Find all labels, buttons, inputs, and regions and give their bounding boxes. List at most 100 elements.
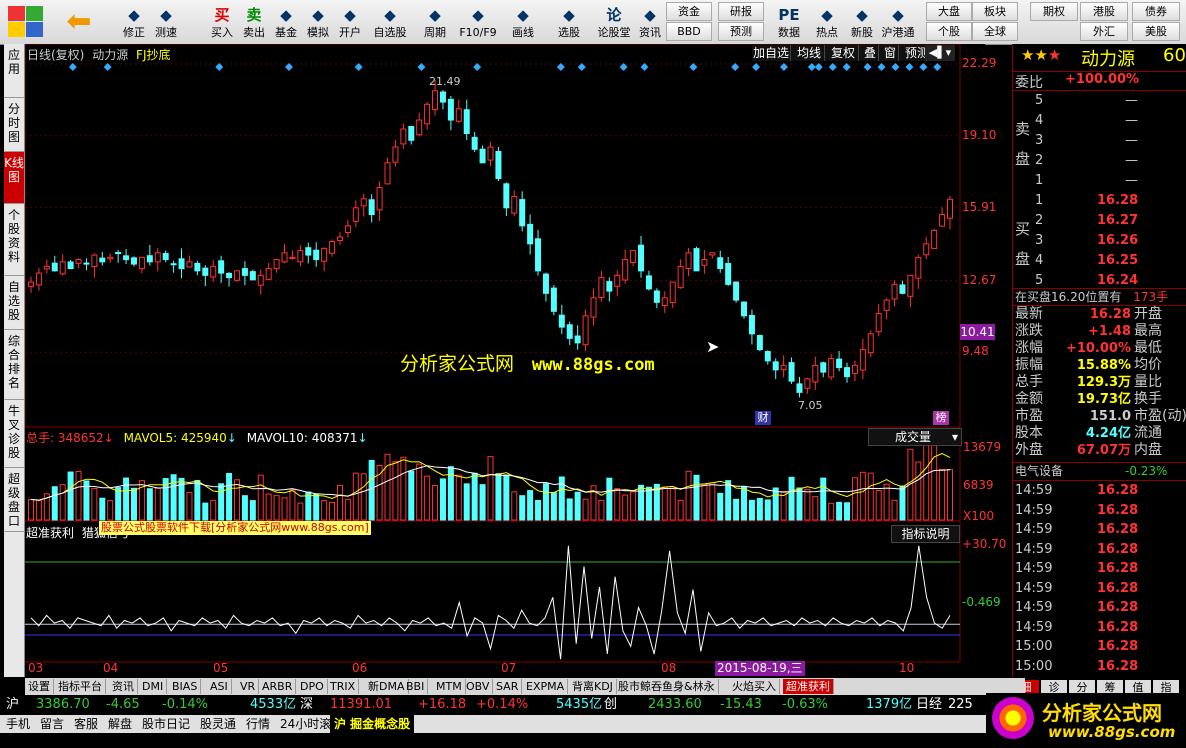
toolbar-small-button[interactable]: 个股 [926, 22, 972, 41]
sell-row[interactable]: 4— [1013, 112, 1186, 130]
indicator-tab[interactable]: DMI [139, 679, 168, 694]
toolbar-small-button[interactable]: 外汇 [1080, 22, 1128, 41]
sh-index-value[interactable]: 3386.70 [36, 695, 90, 715]
side-tab[interactable]: 分时图 [4, 98, 24, 152]
indicator-tab[interactable]: EXPMA [523, 679, 569, 694]
status-item[interactable]: 客服 [74, 715, 98, 733]
toolbar-small-button[interactable]: 期权 [1030, 2, 1078, 21]
sell-row[interactable]: 1— [1013, 172, 1186, 190]
brand-logo-url: www.88gs.com [1048, 723, 1176, 741]
indicator-tab[interactable]: 股市鲸吞鱼身&林永 [615, 679, 719, 694]
status-item[interactable]: 解盘 [108, 715, 132, 733]
toolbar-new-stock-button[interactable]: ◆ 新股 [846, 2, 878, 42]
toolbar-fund-button[interactable]: ◆ 基金 [270, 2, 302, 42]
toolbar-small-button[interactable]: 板块 [972, 2, 1018, 21]
back-arrow-icon[interactable]: ⬅ [62, 6, 96, 38]
status-item[interactable]: 留言 [40, 715, 64, 733]
volume-bar [550, 492, 557, 521]
sell-row[interactable]: 5— [1013, 92, 1186, 110]
side-tab[interactable]: 综合排名 [4, 330, 24, 400]
finance-badge[interactable]: 财 [755, 411, 771, 425]
volume-bar [867, 472, 874, 521]
toolbar-monitor-button[interactable]: ◆ 选股 [548, 2, 590, 42]
toolbar-small-button[interactable]: 债券 [1132, 2, 1180, 21]
buy-row[interactable]: 2 16.27 [1013, 212, 1186, 230]
side-tab[interactable]: 超级盘口 [4, 468, 24, 532]
indicator-tab[interactable]: 背离KDJ [569, 679, 617, 694]
side-tab[interactable]: 应用 [4, 44, 24, 98]
indicator-tab[interactable]: 超准获利 [783, 679, 834, 694]
sell-row[interactable]: 2— [1013, 152, 1186, 170]
toolbar-clock-button[interactable]: ◆ 周期 [416, 2, 454, 42]
chart-menu-item[interactable]: 复权 [828, 45, 859, 61]
toolbar-pen-button[interactable]: ◆ 画线 [502, 2, 544, 42]
buy-row[interactable]: 3 16.26 [1013, 232, 1186, 250]
cy-index-value[interactable]: 2433.60 [648, 695, 702, 715]
indicator-tab[interactable]: 资讯 [109, 679, 138, 694]
status-item[interactable]: 股灵通 [200, 715, 236, 733]
indicator-tab[interactable]: 指标平台 [55, 679, 106, 694]
toolbar-small-button[interactable]: 预测 [718, 22, 764, 41]
indicator-tab[interactable]: TRIX [327, 679, 360, 694]
toolbar-pe-button[interactable]: PE 数据 [772, 2, 806, 42]
chart-menu-item[interactable]: 均线 [794, 45, 825, 61]
toolbar-news-button[interactable]: ◆ 资讯 [634, 2, 666, 42]
indicator-tab[interactable]: DPO [297, 679, 328, 694]
toolbar-f10-button[interactable]: ◆ F10/F9 [454, 2, 502, 42]
status-item[interactable]: 手机 [6, 715, 30, 733]
toolbar-small-button[interactable]: 研报 [718, 2, 764, 21]
watermark-banner[interactable]: 股票公式股票软件下载[分析家公式网www.88gs.com] [99, 521, 371, 535]
toolbar-forum-button[interactable]: 论 论股堂 [594, 2, 634, 42]
toolbar-sell-button[interactable]: 卖 卖出 [238, 2, 270, 42]
toolbar-lock-button[interactable]: ◆ 开户 [334, 2, 366, 42]
buy-row[interactable]: 4 16.25 [1013, 252, 1186, 270]
status-item[interactable]: 行情 [246, 715, 270, 733]
side-tab[interactable]: K线图 [4, 152, 24, 204]
indicator-tab[interactable]: 设置 [25, 679, 54, 694]
side-tab[interactable]: 牛叉诊股 [4, 400, 24, 468]
toolbar-hot-button[interactable]: ◆ 热点 [810, 2, 844, 42]
indicator-help-button[interactable]: 指标说明 [891, 525, 960, 543]
indicator-tab[interactable]: VR [237, 679, 260, 694]
candle-body [756, 335, 763, 351]
sector-name[interactable]: 电气设备 [1015, 464, 1063, 478]
chart-menu-item[interactable]: 加自选 [752, 45, 791, 61]
indicator-tab[interactable]: OBV [463, 679, 494, 694]
toolbar-small-button[interactable]: BBD [666, 22, 712, 41]
indicator-tab[interactable]: MTM [433, 679, 466, 694]
indicator-tab[interactable]: 火焰买入 [729, 679, 780, 694]
toolbar-small-button[interactable]: 大盘 [926, 2, 972, 21]
toolbar-hammer-button[interactable]: ◆ 模拟 [302, 2, 334, 42]
sz-index-value[interactable]: 11391.01 [330, 695, 392, 715]
kline-chart-area[interactable]: 日线(复权) 动力源 FJ抄底 加自选 均线 复权叠窗预测 ◀▌▾ 22.29 19.… [25, 44, 1006, 677]
toolbar-stopwatch-button[interactable]: ◆ 测速 [150, 2, 182, 42]
indicator-tab[interactable]: BBI [403, 679, 429, 694]
toolbar-buy-button[interactable]: 买 买入 [206, 2, 238, 42]
chart-menu-item[interactable]: 窗 [882, 45, 899, 61]
rank-badge[interactable]: 榜 [933, 411, 949, 425]
indicator-tab[interactable]: ARBR [259, 679, 297, 694]
side-tab[interactable]: 自选股 [4, 276, 24, 330]
side-tab[interactable]: 个股资料 [4, 204, 24, 276]
status-item[interactable]: 股市日记 [142, 715, 190, 733]
toolbar-up-down-arrows-button[interactable]: ◆ 修正 [118, 2, 150, 42]
quote-panel: ★★★ 动力源 60 委比 +100.00% 卖盘 5—4—3—2—1— 买盘 … [1012, 44, 1186, 696]
indicator-tab[interactable]: 新DMA [365, 679, 409, 694]
app-logo-icon[interactable] [8, 6, 44, 38]
toolbar-star-folder-button[interactable]: ◆ 自选股 [368, 2, 412, 42]
toolbar-small-button[interactable]: 美股 [1132, 22, 1180, 41]
buy-row[interactable]: 1 16.28 [1013, 192, 1186, 210]
indicator-tab[interactable]: ASI [207, 679, 232, 694]
toolbar-small-button[interactable]: 资金 [666, 2, 712, 21]
indicator-tab[interactable]: BIAS [169, 679, 202, 694]
news-ticker[interactable]: 沪 掘金概念股 [330, 715, 415, 733]
indicator-tab[interactable]: SAR [493, 679, 523, 694]
toolbar-hk-button[interactable]: ◆ 沪港通 [878, 2, 918, 42]
toolbar-small-button[interactable]: 全球 [972, 22, 1018, 41]
toolbar-small-button[interactable]: 港股 [1080, 2, 1128, 21]
volume-dropdown[interactable]: 成交量 ▾ [868, 428, 962, 446]
chart-menu-more-icon[interactable]: ◀▌▾ [925, 45, 955, 61]
volume-bar [598, 499, 605, 521]
chart-menu-item[interactable]: 叠 [862, 45, 879, 61]
sell-row[interactable]: 3— [1013, 132, 1186, 150]
